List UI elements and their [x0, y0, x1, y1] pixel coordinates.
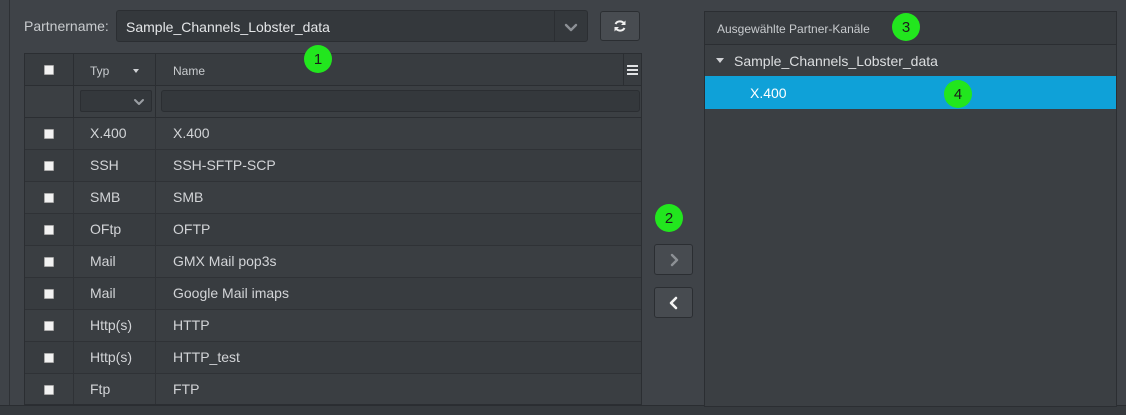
table-row[interactable]: SSH SSH-SFTP-SCP [25, 150, 641, 182]
row-typ: OFtp [74, 214, 156, 245]
table-row[interactable]: Mail Google Mail imaps [25, 278, 641, 310]
row-checkbox[interactable] [44, 353, 54, 363]
row-check-cell [25, 246, 74, 277]
name-filter-input[interactable] [161, 90, 640, 112]
refresh-icon [614, 20, 626, 32]
chevron-right-icon [670, 253, 678, 266]
table-row[interactable]: OFtp OFTP [25, 214, 641, 246]
row-checkbox[interactable] [44, 289, 54, 299]
header-check-column [25, 54, 74, 85]
tree-node-channel-label: X.400 [750, 85, 787, 101]
header-typ-column[interactable]: Typ [74, 54, 156, 85]
row-check-cell [25, 342, 74, 373]
table-row[interactable]: X.400 X.400 [25, 118, 641, 150]
callout-2: 2 [655, 204, 683, 232]
callout-3: 3 [892, 13, 920, 41]
callout-4: 4 [944, 80, 972, 108]
row-name: Google Mail imaps [173, 285, 289, 301]
selected-channels-panel: Ausgewählte Partner-Kanäle Sample_Channe… [704, 11, 1117, 407]
row-checkbox[interactable] [44, 385, 54, 395]
filter-row [25, 86, 641, 118]
callout-1: 1 [304, 45, 332, 73]
row-checkbox[interactable] [44, 257, 54, 267]
tree-node-partner[interactable]: Sample_Channels_Lobster_data [705, 46, 1116, 76]
row-check-cell [25, 118, 74, 149]
partner-select-divider [554, 11, 555, 41]
row-check-cell [25, 278, 74, 309]
partner-select-value: Sample_Channels_Lobster_data [126, 19, 330, 35]
left-frame-edge [0, 0, 10, 405]
row-name: OFTP [173, 221, 211, 237]
table-row[interactable]: Http(s) HTTP [25, 310, 641, 342]
tree-node-channel-selected[interactable]: X.400 [705, 76, 1116, 109]
row-name: GMX Mail pop3s [173, 253, 277, 269]
typ-filter-select[interactable] [80, 90, 152, 112]
grid-rows: X.400 X.400 SSH SSH-SFTP-SCP SMB SMB OFt… [25, 118, 641, 404]
hamburger-menu-icon [627, 65, 638, 75]
caret-down-icon[interactable] [716, 58, 724, 63]
row-typ: X.400 [74, 118, 156, 149]
row-name: X.400 [173, 125, 210, 141]
filter-check-spacer [25, 86, 74, 118]
row-checkbox[interactable] [44, 193, 54, 203]
row-checkbox[interactable] [44, 321, 54, 331]
partner-name-label: Partnername: [24, 18, 109, 34]
column-menu-button[interactable] [623, 54, 641, 86]
table-row[interactable]: SMB SMB [25, 182, 641, 214]
row-typ: Mail [74, 246, 156, 277]
row-typ: SMB [74, 182, 156, 213]
move-right-button[interactable] [654, 244, 693, 275]
row-check-cell [25, 150, 74, 181]
table-row[interactable]: Ftp FTP [25, 374, 641, 404]
select-all-checkbox[interactable] [44, 65, 54, 75]
row-name: SSH-SFTP-SCP [173, 157, 276, 173]
row-typ: Ftp [74, 374, 156, 404]
chevron-left-icon [669, 296, 677, 309]
header-name-column[interactable]: Name [156, 54, 641, 85]
row-name: HTTP_test [173, 349, 240, 365]
row-typ: Http(s) [74, 310, 156, 341]
row-check-cell [25, 214, 74, 245]
grid-header: Typ Name [25, 54, 641, 86]
header-typ-label: Typ [90, 64, 110, 78]
row-name: SMB [173, 189, 204, 205]
row-checkbox[interactable] [44, 225, 54, 235]
row-check-cell [25, 374, 74, 404]
table-row[interactable]: Http(s) HTTP_test [25, 342, 641, 374]
chevron-down-icon[interactable] [563, 19, 579, 35]
table-row[interactable]: Mail GMX Mail pop3s [25, 246, 641, 278]
tree-node-partner-label: Sample_Channels_Lobster_data [734, 53, 938, 69]
move-left-button[interactable] [654, 287, 693, 318]
row-typ: SSH [74, 150, 156, 181]
row-name: HTTP [173, 317, 210, 333]
row-typ: Mail [74, 278, 156, 309]
row-check-cell [25, 310, 74, 341]
row-checkbox[interactable] [44, 129, 54, 139]
row-checkbox[interactable] [44, 161, 54, 171]
row-check-cell [25, 182, 74, 213]
channel-grid: Typ Name X.400 X.400 SSH SSH-SFTP-SCP SM… [24, 53, 642, 405]
selected-channels-title: Ausgewählte Partner-Kanäle [717, 22, 870, 36]
sort-caret-icon[interactable] [133, 69, 139, 73]
chevron-down-icon [134, 99, 144, 105]
refresh-button[interactable] [600, 11, 640, 41]
row-typ: Http(s) [74, 342, 156, 373]
partner-select[interactable]: Sample_Channels_Lobster_data [116, 10, 588, 42]
header-name-label: Name [173, 64, 206, 78]
row-name: FTP [173, 381, 200, 397]
